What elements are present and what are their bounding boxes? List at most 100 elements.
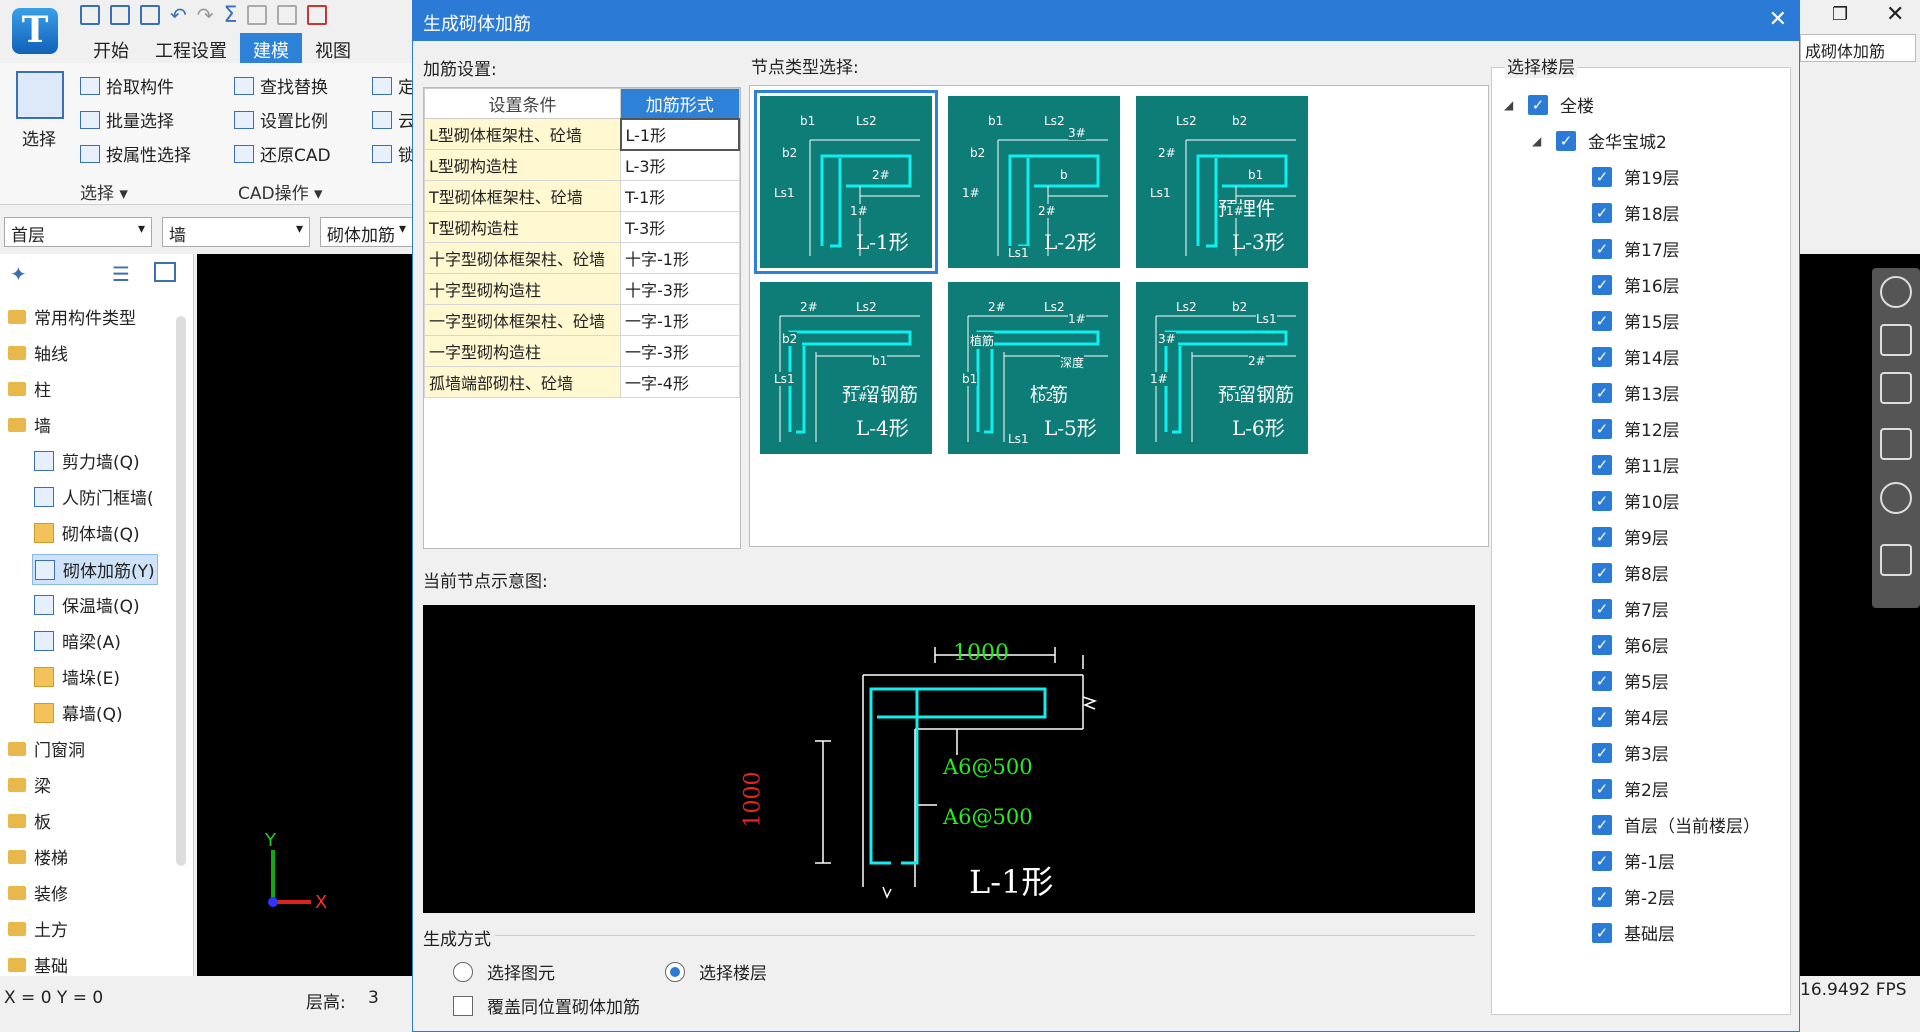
table-row[interactable]: 十字型砌体框架柱、砼墙 十字-1形 <box>424 242 740 274</box>
tree-item-pilaster[interactable]: 墙垛(E) <box>34 664 120 689</box>
tree-item-column[interactable]: 柱 <box>8 376 51 401</box>
floor-item[interactable]: ✓ 基础层 <box>1592 920 1675 945</box>
floor-item[interactable]: ✓ 第16层 <box>1592 272 1680 297</box>
tree-item-insulation-wall[interactable]: 保温墙(Q) <box>34 592 140 617</box>
tree-item-curtain-wall[interactable]: 幕墙(Q) <box>34 700 123 725</box>
tab-project-settings[interactable]: 工程设置 <box>142 33 240 63</box>
table-row[interactable]: T型砌构造柱 T-3形 <box>424 211 740 243</box>
drawing-canvas[interactable]: Y X <box>197 254 413 976</box>
node-option-2[interactable]: L-2形 b1 Ls2 b2 b 2# 1# 3# Ls1 <box>948 96 1120 268</box>
tab-modeling[interactable]: 建模 <box>240 33 302 63</box>
node-option-3[interactable]: L-3形 预埋件 Ls2 b2 2# b1 1# Ls1 <box>1136 96 1308 268</box>
floor-item[interactable]: ✓ 第2层 <box>1592 776 1669 801</box>
floor-item[interactable]: ✓ 首层（当前楼层） <box>1592 812 1760 837</box>
floor-item[interactable]: ✓ 第15层 <box>1592 308 1680 333</box>
ribbon-partial-3[interactable]: 锁 <box>372 141 415 166</box>
ribbon-partial-1[interactable]: 定 <box>372 73 415 98</box>
print-icon[interactable] <box>277 5 298 25</box>
form-cell[interactable]: L-1形 <box>619 117 740 151</box>
tree-item-slab[interactable]: 板 <box>8 808 51 833</box>
redo-icon[interactable]: ↷ <box>197 3 214 27</box>
table-row[interactable]: 孤墙端部砌柱、砼墙 一字-4形 <box>424 366 740 398</box>
radio-select-floor[interactable]: 选择楼层 <box>665 959 767 984</box>
pick-component-button[interactable]: 拾取构件 <box>80 73 174 98</box>
top-view-icon[interactable] <box>1880 372 1912 404</box>
restore-cad-button[interactable]: 还原CAD <box>234 141 331 166</box>
tree-scrollbar[interactable] <box>176 316 186 866</box>
collapse-icon[interactable]: ◢ <box>1532 134 1544 148</box>
floor-item[interactable]: ✓ 第9层 <box>1592 524 1669 549</box>
floor-item[interactable]: ✓ 第17层 <box>1592 236 1680 261</box>
select-tool-icon[interactable] <box>16 71 64 119</box>
tree-item-stairs[interactable]: 楼梯 <box>8 844 68 869</box>
table-row[interactable]: 十字型砌构造柱 十字-3形 <box>424 273 740 305</box>
select-button[interactable]: 选择 <box>22 125 56 150</box>
list-icon[interactable]: ☰ <box>112 262 130 286</box>
group-cad-label[interactable]: CAD操作 ▾ <box>238 179 323 204</box>
node-option-1[interactable]: L-1形 b1 Ls2 b2 2# 1# Ls1 <box>754 90 938 274</box>
floor-item[interactable]: ✓ 第5层 <box>1592 668 1669 693</box>
floor-item[interactable]: ✓ 第8层 <box>1592 560 1669 585</box>
orbit-icon[interactable] <box>1880 276 1912 308</box>
find-replace-button[interactable]: 查找替换 <box>234 73 328 98</box>
tree-item-beam[interactable]: 梁 <box>8 772 51 797</box>
open-icon[interactable] <box>140 5 160 25</box>
floor-item[interactable]: ✓ 第18层 <box>1592 200 1680 225</box>
form-cell[interactable]: T-1形 <box>620 180 740 212</box>
node-option-6[interactable]: L-6形 预留钢筋 Ls2 b2 3# 2# b1 1# Ls1 <box>1136 282 1308 454</box>
close-window-icon[interactable]: ✕ <box>1886 2 1904 27</box>
floor-item[interactable]: ✓ 第6层 <box>1592 632 1669 657</box>
save-icon[interactable] <box>80 5 100 25</box>
form-cell[interactable]: 一字-4形 <box>620 366 740 398</box>
close-icon[interactable]: ✕ <box>1769 7 1787 32</box>
form-cell[interactable]: 一字-1形 <box>620 304 740 336</box>
floor-item[interactable]: ✓ 第10层 <box>1592 488 1680 513</box>
tree-item-common[interactable]: 常用构件类型 <box>8 304 136 329</box>
tree-item-earthwork[interactable]: 土方 <box>8 916 68 941</box>
select-by-attribute-button[interactable]: 按属性选择 <box>80 141 191 166</box>
table-row[interactable]: L型砌构造柱 L-3形 <box>424 149 740 181</box>
cube-view-icon[interactable] <box>1880 428 1912 460</box>
form-cell[interactable]: 十字-1形 <box>620 242 740 274</box>
collapse-icon[interactable]: ◢ <box>1504 98 1516 112</box>
tree-item-shear-wall[interactable]: 剪力墙(Q) <box>34 448 140 473</box>
floor-item[interactable]: ✓ 第11层 <box>1592 452 1680 477</box>
floor-item[interactable]: ✓ 第-1层 <box>1592 848 1675 873</box>
rotate-icon[interactable] <box>1880 482 1912 514</box>
3d-view-icon[interactable] <box>1880 324 1912 356</box>
tree-item-masonry-wall[interactable]: 砌体墙(Q) <box>34 520 140 545</box>
form-cell[interactable]: 十字-3形 <box>620 273 740 305</box>
table-row[interactable]: T型砌体框架柱、砼墙 T-1形 <box>424 180 740 212</box>
form-cell[interactable]: L-3形 <box>620 149 740 181</box>
restore-window-icon[interactable]: ❐ <box>1832 4 1848 25</box>
form-cell[interactable]: T-3形 <box>620 211 740 243</box>
floor-item[interactable]: ✓ 第12层 <box>1592 416 1680 441</box>
floor-item[interactable]: ✓ 第7层 <box>1592 596 1669 621</box>
tree-item-axis[interactable]: 轴线 <box>8 340 68 365</box>
table-row[interactable]: 一字型砌构造柱 一字-3形 <box>424 335 740 367</box>
floor-item[interactable]: ✓ 第13层 <box>1592 380 1680 405</box>
floor-item[interactable]: ✓ 第3层 <box>1592 740 1669 765</box>
new-icon[interactable] <box>110 5 130 25</box>
sum-icon[interactable]: Σ <box>224 3 238 28</box>
report-icon[interactable] <box>247 5 268 25</box>
app-logo[interactable]: T <box>12 8 58 54</box>
radio-select-element[interactable]: 选择图元 <box>453 959 555 984</box>
tree-item-foundation[interactable]: 基础 <box>8 952 68 977</box>
tree-item-decoration[interactable]: 装修 <box>8 880 68 905</box>
form-cell[interactable]: 一字-3形 <box>620 335 740 367</box>
layer-icon[interactable] <box>1880 544 1912 576</box>
tree-item-masonry-rebar[interactable]: 砌体加筋(Y) <box>32 554 158 585</box>
floor-all[interactable]: ◢ ✓ 全楼 <box>1504 92 1594 117</box>
node-option-5[interactable]: L-5形植筋2#Ls2植筋深度b2b11#Ls1 <box>948 282 1120 454</box>
tab-start[interactable]: 开始 <box>80 33 142 63</box>
floor-item[interactable]: ✓ 第4层 <box>1592 704 1669 729</box>
floor-project[interactable]: ◢ ✓ 金华宝城2 <box>1532 128 1667 153</box>
add-icon[interactable]: ✦ <box>10 262 27 286</box>
tab-view[interactable]: 视图 <box>302 33 364 63</box>
type-dropdown[interactable]: 墙 <box>162 217 310 247</box>
floor-item[interactable]: ✓ 第-2层 <box>1592 884 1675 909</box>
ribbon-partial-2[interactable]: 云 <box>372 107 415 132</box>
floor-item[interactable]: ✓ 第19层 <box>1592 164 1680 189</box>
table-row[interactable]: 一字型砌体框架柱、砼墙 一字-1形 <box>424 304 740 336</box>
